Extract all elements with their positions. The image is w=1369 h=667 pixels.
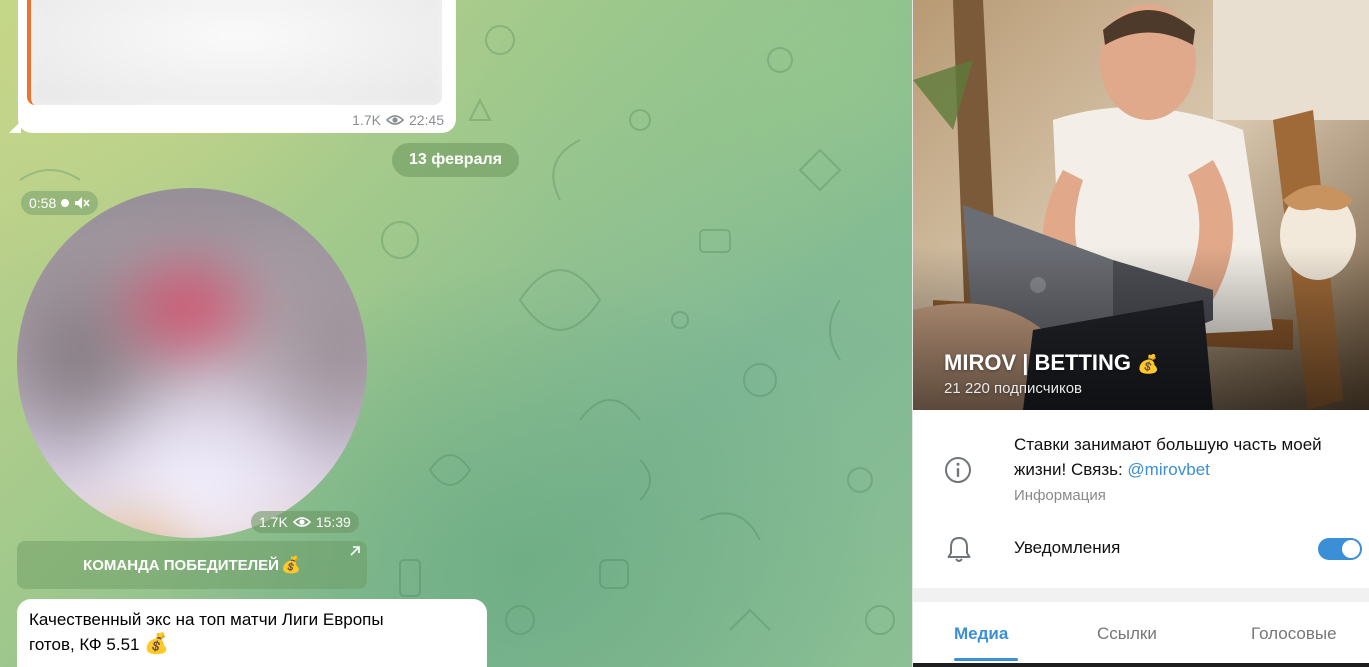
date-separator[interactable]: 13 февраля bbox=[392, 143, 519, 177]
view-count: 1.7K bbox=[352, 112, 381, 128]
video-blurred-content bbox=[17, 188, 367, 538]
channel-title: MIROV | BETTING 💰 bbox=[944, 350, 1160, 376]
channel-cover-photo[interactable]: MIROV | BETTING 💰 21 220 подписчиков bbox=[913, 0, 1369, 410]
active-tab-indicator bbox=[954, 658, 1018, 661]
view-count: 1.7K bbox=[259, 514, 288, 530]
channel-description-row[interactable]: Ставки занимают большую часть моей жизни… bbox=[913, 420, 1369, 515]
money-bag-emoji: 💰 bbox=[144, 633, 170, 655]
money-bag-emoji: 💰 bbox=[1137, 354, 1160, 374]
channel-title-text: MIROV | BETTING bbox=[944, 350, 1132, 375]
external-link-icon bbox=[350, 546, 360, 556]
chat-area: 1.7K 22:45 13 февраля 0:58 1.7K 15:39 КО… bbox=[0, 0, 912, 667]
recording-dot-icon bbox=[61, 199, 70, 207]
description-caption: Информация bbox=[1014, 487, 1106, 504]
media-preview-blurred[interactable] bbox=[27, 0, 442, 105]
eye-icon bbox=[292, 517, 311, 527]
section-divider bbox=[913, 588, 1369, 602]
message-text-line-2-text: готов, КФ 5.51 bbox=[29, 635, 140, 654]
tab-links[interactable]: Ссылки bbox=[1097, 624, 1157, 644]
message-text-line-1: Качественный экс на топ матчи Лиги Европ… bbox=[29, 610, 384, 629]
tab-voice[interactable]: Голосовые bbox=[1251, 624, 1337, 644]
contact-link[interactable]: @mirovbet bbox=[1127, 460, 1209, 479]
message-text-line-2: готов, КФ 5.51 💰 bbox=[29, 632, 475, 657]
channel-description: Ставки занимают большую часть моей жизни… bbox=[1014, 432, 1354, 482]
video-circle[interactable] bbox=[17, 188, 367, 538]
message-time: 22:45 bbox=[408, 112, 444, 128]
info-icon bbox=[945, 457, 971, 483]
money-bag-emoji: 💰 bbox=[280, 557, 301, 574]
mute-icon[interactable] bbox=[74, 196, 90, 210]
notifications-toggle[interactable] bbox=[1318, 538, 1362, 560]
inline-button-label: КОМАНДА ПОБЕДИТЕЛЕЙ bbox=[83, 556, 279, 574]
media-tabs: Медиа Ссылки Голосовые bbox=[913, 602, 1369, 667]
media-grid-preview bbox=[913, 663, 1369, 667]
tab-media[interactable]: Медиа bbox=[954, 624, 1008, 644]
video-timer: 0:58 bbox=[21, 191, 99, 215]
eye-icon bbox=[385, 115, 404, 125]
bell-icon bbox=[947, 537, 971, 562]
video-message[interactable]: 0:58 1.7K 15:39 bbox=[17, 188, 369, 540]
notifications-label: Уведомления bbox=[1014, 538, 1121, 557]
inline-link-button[interactable]: КОМАНДА ПОБЕДИТЕЛЕЙ 💰 bbox=[17, 541, 367, 589]
channel-info-panel: MIROV | BETTING 💰 21 220 подписчиков Ста… bbox=[912, 0, 1369, 667]
notifications-row[interactable]: Уведомления bbox=[913, 520, 1369, 580]
bubble-tail bbox=[9, 121, 21, 133]
video-meta: 1.7K 15:39 bbox=[251, 511, 359, 533]
cover-photo-illustration bbox=[913, 0, 1369, 410]
subscriber-count: 21 220 подписчиков bbox=[944, 380, 1083, 397]
message-meta: 1.7K 22:45 bbox=[352, 112, 444, 128]
video-duration: 0:58 bbox=[29, 195, 57, 211]
message-bubble-text[interactable]: Качественный экс на топ матчи Лиги Европ… bbox=[17, 599, 487, 667]
message-time: 15:39 bbox=[315, 514, 351, 530]
message-bubble-top[interactable]: 1.7K 22:45 bbox=[9, 0, 456, 133]
